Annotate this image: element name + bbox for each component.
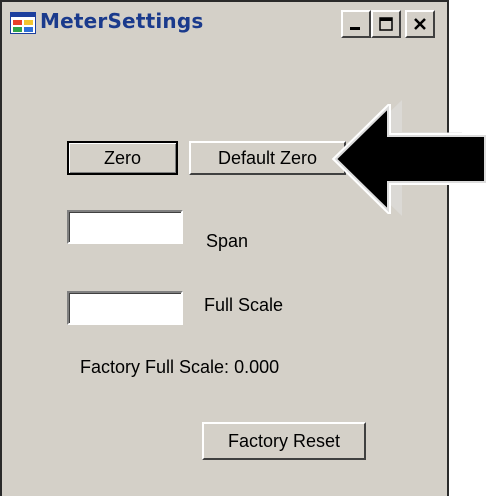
full-scale-label: Full Scale — [204, 295, 284, 315]
factory-full-scale-value: 0.000 — [234, 357, 280, 377]
default-zero-button[interactable]: Default Zero — [189, 141, 346, 175]
title-bar[interactable]: MeterSettings — [2, 2, 447, 42]
span-input[interactable] — [67, 210, 183, 244]
close-icon — [414, 18, 426, 30]
meter-settings-window: MeterSettings Zero Default Zero Span Ful… — [0, 0, 449, 496]
full-scale-input[interactable] — [67, 291, 183, 325]
zero-button[interactable]: Zero — [67, 141, 178, 175]
factory-full-scale-caption: Factory Full Scale: — [80, 357, 230, 377]
minimize-icon — [350, 27, 360, 30]
minimize-button[interactable] — [341, 10, 371, 38]
factory-reset-button[interactable]: Factory Reset — [202, 422, 366, 460]
maximize-button[interactable] — [371, 10, 401, 38]
factory-full-scale-label: Factory Full Scale: 0.000 — [80, 357, 279, 378]
window-title: MeterSettings — [40, 9, 204, 33]
span-label: Span — [206, 231, 249, 251]
app-icon — [10, 12, 36, 34]
close-button[interactable] — [405, 10, 435, 38]
maximize-icon — [379, 17, 393, 31]
arrow-left-icon — [331, 104, 487, 214]
